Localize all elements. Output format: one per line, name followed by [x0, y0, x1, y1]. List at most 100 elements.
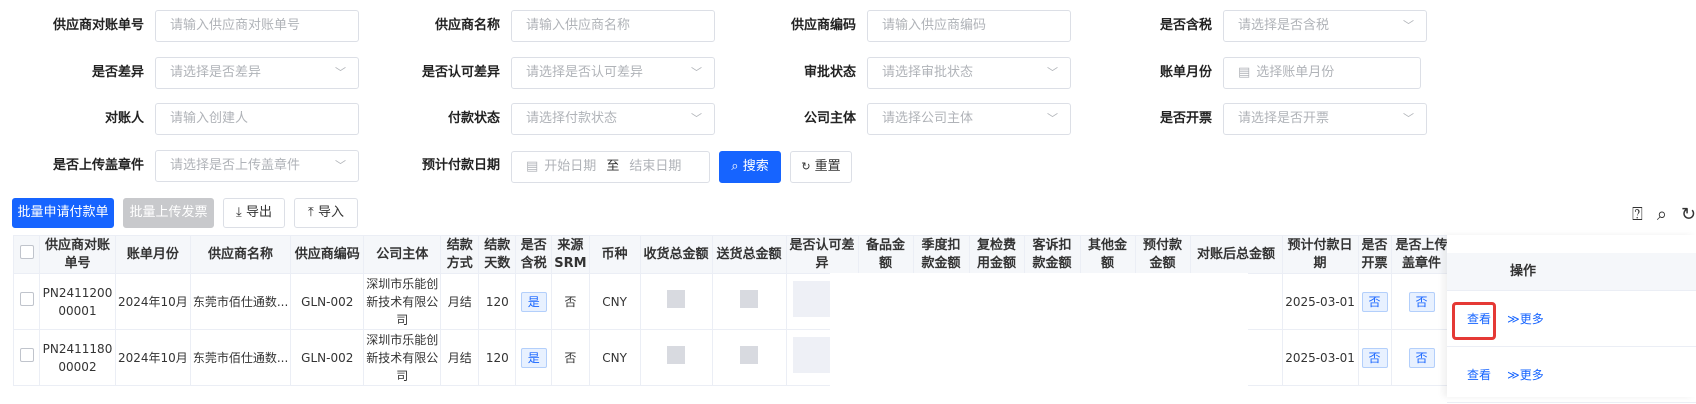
col-prepaid-amount: 预付款金额 [1134, 235, 1191, 274]
more-link[interactable]: ≫更多 [1507, 368, 1544, 382]
calendar-icon: ▤ [526, 159, 539, 174]
cell-deliver-total [711, 273, 787, 330]
highlight-box [1452, 302, 1496, 340]
stamped-select-placeholder: 请选择是否上传盖章件 [170, 158, 301, 173]
import-button[interactable]: ⤒ 导入 [294, 198, 358, 228]
cell-deliver-total [711, 329, 787, 386]
cell-stamped: 否 [1390, 273, 1453, 330]
diff-select-placeholder: 请选择是否差异 [170, 65, 262, 80]
filter-label-stamped: 是否上传盖章件 [52, 158, 144, 173]
search-icon: ⌕ [731, 159, 739, 174]
col-quarter-deduction: 季度扣款金额 [912, 235, 970, 274]
col-operations: 操作 [1447, 253, 1696, 291]
reset-button[interactable]: ↻ 重置 [790, 151, 852, 183]
approval-select-placeholder: 请选择审批状态 [882, 65, 974, 80]
cell-currency: CNY [588, 273, 641, 330]
search-button-label: 搜索 [742, 159, 769, 174]
cell-tax: 是 [515, 329, 552, 386]
filter-label-supplier-code: 供应商编码 [790, 18, 856, 33]
pay-status-select[interactable]: 请选择付款状态 ﹀ [511, 103, 715, 135]
invoiced-select-placeholder: 请选择是否开票 [1238, 111, 1330, 126]
filter-label-pay-status: 付款状态 [447, 111, 500, 126]
cell-srm: 否 [551, 329, 590, 386]
cell-supplier-code: GLN-002 [290, 273, 364, 330]
batch-pay-button[interactable]: 批量申请付款单 [12, 198, 114, 228]
cell-receive-total [639, 329, 713, 386]
table-tools: ⍰ ⌕ ↻ [1632, 198, 1696, 230]
chevron-down-icon: ﹀ [1403, 112, 1414, 125]
cell-bill-month: 2024年10月 [115, 329, 191, 386]
cell-pay-date: 2025-03-01 [1281, 273, 1359, 330]
download-icon: ⤓ [236, 205, 242, 220]
col-other-amount: 其他金额 [1079, 235, 1136, 274]
cell-supplier-name: 东莞市佰仕通数... [189, 273, 291, 330]
col-srm: 来源SRM [551, 235, 590, 274]
bill-month-picker[interactable]: ▤ 选择账单月份 [1223, 57, 1421, 89]
invoiced-select[interactable]: 请选择是否开票 ﹀ [1223, 103, 1427, 135]
batch-upload-invoice-button[interactable]: 批量上传发票 [123, 198, 214, 228]
col-tax: 是否含税 [515, 235, 553, 274]
col-company: 公司主体 [363, 235, 442, 274]
redacted-value [667, 290, 686, 308]
more-link[interactable]: ≫更多 [1507, 312, 1544, 326]
select-all-checkbox[interactable] [13, 235, 40, 274]
refresh-icon[interactable]: ↻ [1681, 204, 1696, 225]
cell-pay-days: 120 [478, 273, 516, 330]
cell-tax: 是 [515, 273, 552, 330]
ops-row: 查看 ≫更多 [1447, 347, 1696, 403]
cell-bill-month: 2024年10月 [115, 273, 191, 330]
col-pay-days: 结款天数 [478, 235, 517, 274]
bill-month-placeholder: 选择账单月份 [1256, 65, 1335, 80]
table-row: PN241118000002 2024年10月 东莞市佰仕通数... GLN-0… [13, 329, 1493, 386]
search-button[interactable]: ⌕ 搜索 [719, 151, 781, 183]
row-checkbox[interactable] [13, 273, 40, 330]
stamped-select[interactable]: 请选择是否上传盖章件 ﹀ [155, 150, 359, 182]
col-invoiced: 是否开票 [1357, 235, 1392, 274]
tax-select[interactable]: 请选择是否含税 ﹀ [1223, 10, 1427, 42]
table-row: PN241120000001 2024年10月 东莞市佰仕通数... GLN-0… [13, 273, 1493, 330]
col-receive-total: 收货总金额 [639, 235, 713, 274]
cell-receive-total [639, 273, 713, 330]
export-button[interactable]: ⤓ 导出 [223, 198, 285, 228]
company-select-placeholder: 请选择公司主体 [882, 111, 974, 126]
approval-select[interactable]: 请选择审批状态 ﹀ [867, 57, 1071, 89]
cell-company: 深圳市乐能创新技术有限公司 [363, 273, 441, 330]
help-icon[interactable]: ⍰ [1632, 204, 1643, 225]
table-header-row: 供应商对账单号 账单月份 供应商名称 供应商编码 公司主体 结款方式 结款天数 … [13, 235, 1493, 274]
row-checkbox[interactable] [13, 329, 40, 386]
calendar-icon: ▤ [1238, 65, 1251, 80]
view-link[interactable]: 查看 [1467, 347, 1491, 403]
cell-invoiced: 否 [1357, 273, 1392, 330]
chevron-down-icon: ﹀ [691, 66, 702, 79]
supplier-code-input[interactable]: 请输入供应商编码 [867, 10, 1071, 42]
col-final-total: 对账后总金额 [1189, 235, 1283, 274]
cell-statement-no: PN241118000002 [39, 329, 116, 386]
filter-label-pay-date: 预计付款日期 [421, 158, 500, 173]
diff-select[interactable]: 请选择是否差异 ﹀ [155, 57, 359, 89]
stamped-tag: 否 [1408, 347, 1435, 368]
statement-no-input[interactable]: 请输入供应商对账单号 [155, 10, 359, 42]
accept-diff-select[interactable]: 请选择是否认可差异 ﹀ [511, 57, 715, 89]
filter-label-supplier-name: 供应商名称 [434, 18, 500, 33]
refresh-icon: ↻ [801, 160, 811, 173]
company-select[interactable]: 请选择公司主体 ﹀ [867, 103, 1071, 135]
filter-label-accept-diff: 是否认可差异 [421, 65, 500, 80]
chevron-down-icon: ﹀ [1403, 19, 1414, 32]
invoiced-tag: 否 [1361, 291, 1388, 312]
pay-status-placeholder: 请选择付款状态 [526, 111, 618, 126]
col-pay-date: 预计付款日期 [1281, 235, 1359, 274]
cell-pay-method: 月结 [440, 329, 479, 386]
ops-row: 查看 ≫更多 [1447, 291, 1696, 347]
cell-srm: 否 [551, 273, 590, 330]
export-button-label: 导出 [245, 205, 272, 220]
supplier-name-input[interactable]: 请输入供应商名称 [511, 10, 715, 42]
filter-label-reconciler: 对账人 [104, 111, 144, 126]
redaction-overlay [830, 273, 1248, 397]
cell-supplier-code: GLN-002 [290, 329, 364, 386]
reconciler-input[interactable]: 请输入创建人 [155, 103, 359, 135]
accept-diff-select-placeholder: 请选择是否认可差异 [526, 65, 644, 80]
pay-date-range-picker[interactable]: ▤ 开始日期至结束日期 [511, 151, 710, 183]
reset-button-label: 重置 [814, 159, 841, 174]
cell-currency: CNY [588, 329, 641, 386]
search-icon[interactable]: ⌕ [1657, 204, 1667, 225]
